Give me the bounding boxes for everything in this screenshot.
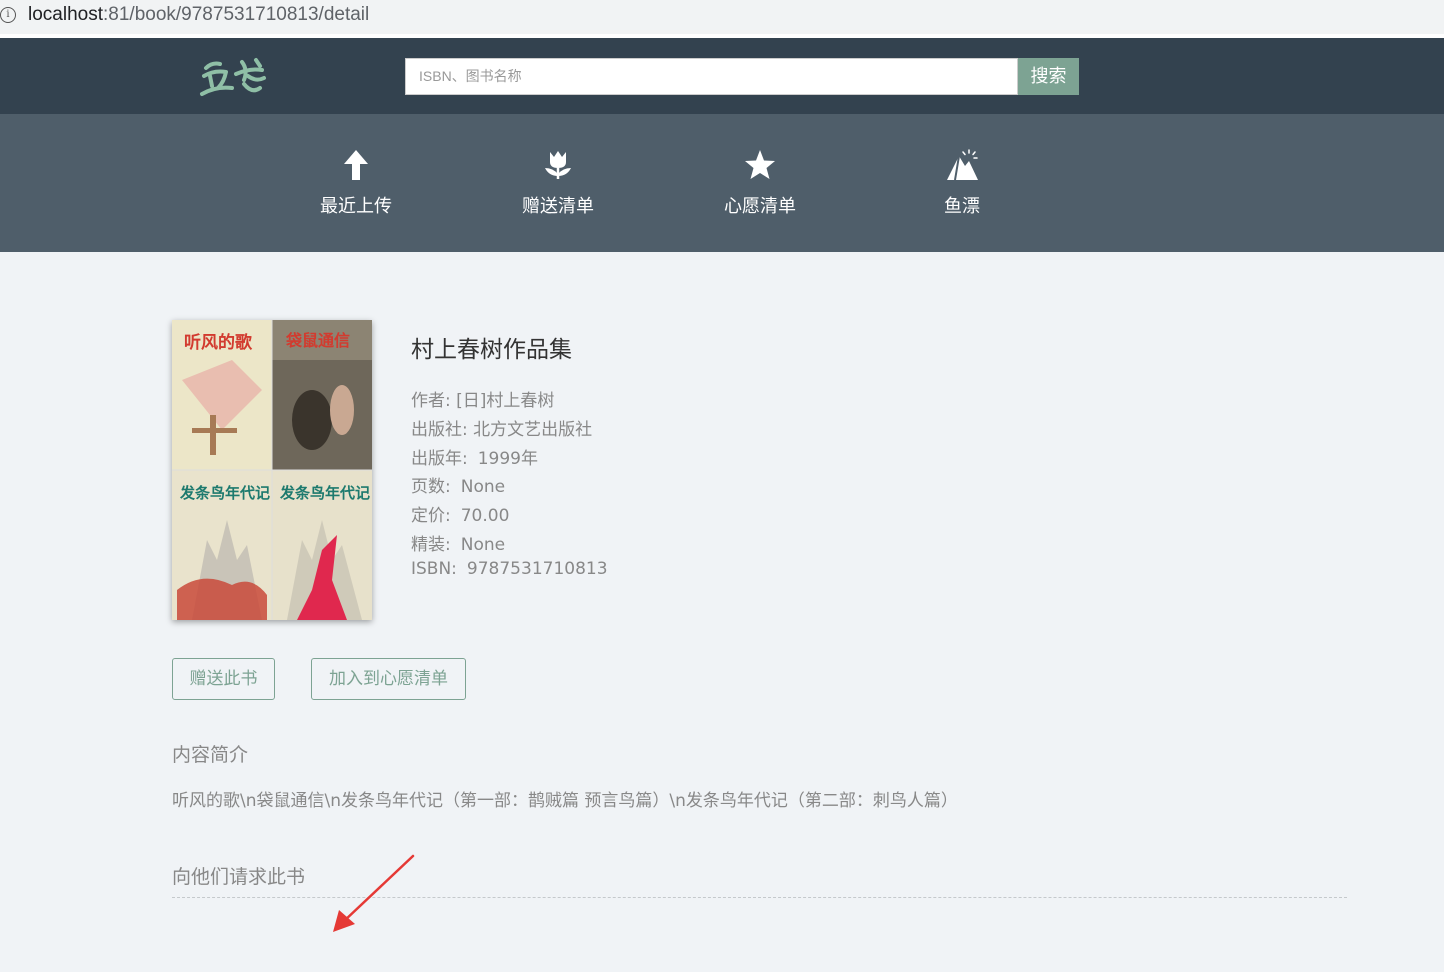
main-nav: 最近上传 赠送清单 心愿清单 鱼漂 [0, 114, 1444, 252]
url-text[interactable]: localhost:81/book/9787531710813/detail [28, 4, 369, 26]
book-pages: 页数: None [411, 477, 506, 497]
annotation-arrow-icon [333, 854, 415, 932]
info-icon[interactable]: i [0, 7, 16, 23]
site-header: 鱼书 ISBN、图书名称 搜索 [0, 38, 1444, 114]
nav-wish-list[interactable]: 心愿清单 [695, 148, 825, 218]
add-to-wishlist-button[interactable]: 加入到心愿清单 [311, 658, 466, 700]
nav-drift[interactable]: 鱼漂 [897, 148, 1027, 218]
svg-text:袋鼠通信: 袋鼠通信 [285, 331, 350, 350]
svg-text:发条鸟年代记: 发条鸟年代记 [279, 484, 370, 502]
nav-label: 心愿清单 [724, 196, 796, 217]
nav-gift-list[interactable]: 赠送清单 [493, 148, 623, 218]
book-binding: 精装: None [411, 535, 506, 555]
nav-label: 赠送清单 [522, 196, 594, 217]
flower-icon [545, 151, 571, 179]
book-pubdate: 出版年: 1999年 [411, 449, 538, 469]
nav-label: 最近上传 [320, 196, 392, 217]
summary-heading: 内容简介 [172, 744, 249, 766]
search-button[interactable]: 搜索 [1018, 58, 1079, 95]
book-price: 定价: 70.00 [411, 506, 510, 526]
nav-recent-uploads[interactable]: 最近上传 [291, 148, 421, 218]
search-input[interactable]: ISBN、图书名称 [405, 58, 1018, 95]
book-isbn: ISBN: 9787531710813 [411, 559, 608, 579]
nav-label: 鱼漂 [944, 196, 980, 217]
gift-book-button[interactable]: 赠送此书 [172, 658, 275, 700]
arrow-up-icon [344, 150, 368, 180]
svg-text:发条鸟年代记: 发条鸟年代记 [179, 484, 270, 502]
book-publisher: 出版社: 北方文艺出版社 [411, 420, 593, 440]
summary-text: 听风的歌\n袋鼠通信\n发条鸟年代记（第一部：鹊贼篇 预言鸟篇）\n发条鸟年代记… [172, 791, 958, 811]
request-heading: 向他们请求此书 [172, 866, 306, 888]
book-author: 作者: [日]村上春树 [411, 391, 555, 411]
star-icon [745, 150, 775, 179]
book-title: 村上春树作品集 [411, 337, 572, 363]
svg-text:听风的歌: 听风的歌 [184, 332, 253, 353]
logo[interactable]: 鱼书 [198, 50, 278, 100]
book-cover: 听风的歌 袋鼠通信 发条鸟年代记 发条鸟年代记 [172, 320, 372, 620]
mountain-icon [947, 149, 978, 181]
address-bar[interactable]: i localhost:81/book/9787531710813/detail [0, 0, 1444, 34]
